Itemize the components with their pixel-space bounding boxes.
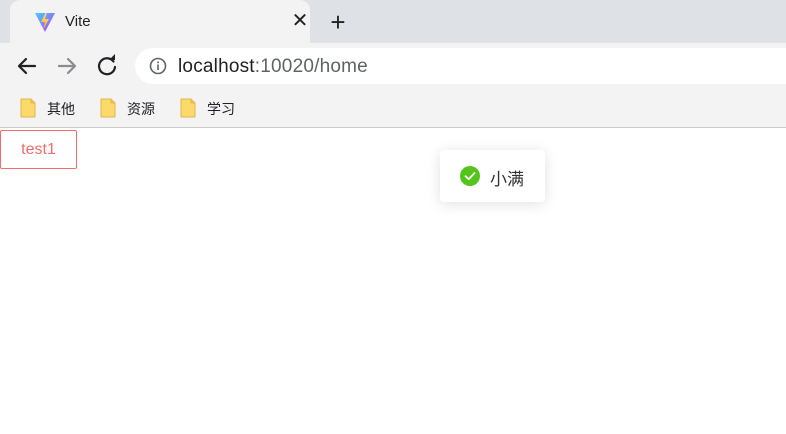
reload-button[interactable] (92, 51, 122, 81)
folder-icon (20, 98, 36, 118)
browser-tab[interactable]: Vite ✕ (10, 0, 310, 43)
url-host: localhost (178, 56, 255, 77)
arrow-right-icon (57, 57, 77, 75)
toast-message: 小满 (490, 170, 524, 189)
check-circle-icon (460, 166, 480, 186)
reload-icon (97, 54, 117, 76)
tab-title: Vite (65, 13, 91, 30)
test1-button[interactable]: test1 (0, 130, 77, 169)
close-tab-icon[interactable]: ✕ (290, 9, 310, 33)
vite-logo-icon (34, 11, 56, 33)
bookmarks-bar: 其他 资源 学习 (0, 89, 786, 128)
forward-button[interactable] (52, 51, 82, 81)
url-path: :10020/home (254, 56, 368, 77)
info-icon[interactable] (149, 57, 167, 75)
bookmark-label: 学习 (207, 101, 235, 117)
bookmark-label: 资源 (127, 101, 155, 117)
address-bar[interactable]: localhost:10020/home (135, 48, 786, 84)
success-message-toast: 小满 (440, 150, 545, 202)
new-tab-button[interactable]: + (324, 8, 352, 36)
folder-icon (180, 98, 196, 118)
back-button[interactable] (12, 51, 42, 81)
tab-strip: Vite ✕ + (0, 0, 786, 43)
folder-icon (100, 98, 116, 118)
browser-toolbar: localhost:10020/home (0, 43, 786, 89)
arrow-left-icon (17, 57, 37, 75)
bookmark-label: 其他 (47, 101, 75, 117)
url-text: localhost:10020/home (178, 56, 368, 78)
